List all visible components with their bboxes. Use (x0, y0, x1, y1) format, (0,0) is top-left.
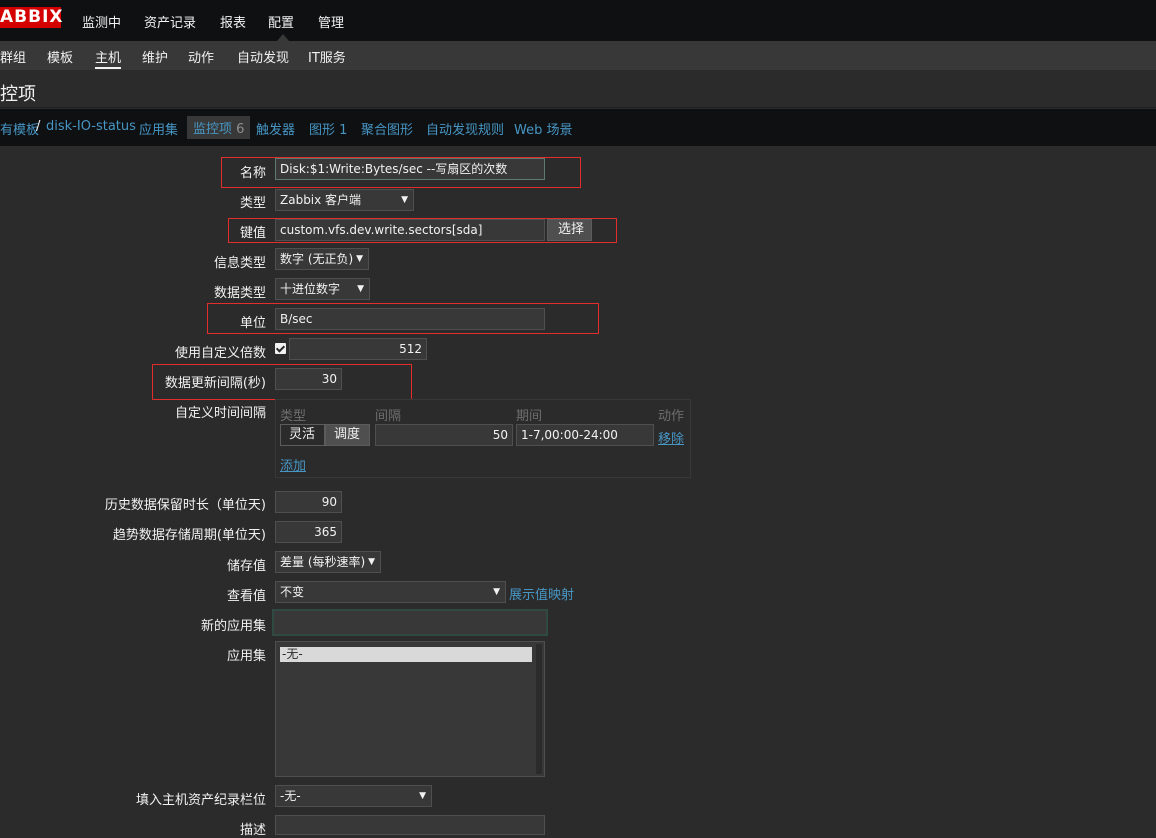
new-application-input[interactable] (272, 609, 548, 636)
tab-applications[interactable]: 应用集 (139, 119, 178, 138)
breadcrumb-all-templates[interactable]: 有模板 (0, 119, 39, 138)
show-value-select[interactable]: 不变 ▼ (275, 581, 506, 603)
data-type-select-value: 十进位数字 (280, 282, 341, 296)
show-value-select-value: 不变 (280, 585, 305, 599)
type-select-value: Zabbix 客户端 (280, 193, 362, 207)
chevron-down-icon: ▼ (493, 587, 500, 597)
ci-add-link[interactable]: 添加 (280, 455, 306, 474)
tab-screens[interactable]: 聚合图形 (361, 119, 413, 138)
key-select-button[interactable]: 选择 (547, 219, 592, 241)
inventory-select-value: -无- (280, 789, 301, 803)
custom-intervals-panel: 类型 间隔 期间 动作 灵活 调度 50 1-7,00:00-24:00 移除 … (275, 399, 691, 478)
interval-label: 数据更新间隔(秒) (164, 376, 266, 391)
item-form: 名称 Disk:$1:Write:Bytes/sec --写扇区的次数 类型 Z… (0, 146, 1156, 838)
sub-menu-bar: 群组 模板 主机 维护 动作 自动发现 IT服务 (0, 41, 1156, 70)
show-value-label: 查看值 (226, 589, 266, 604)
subnav-host-groups[interactable]: 群组 (0, 47, 26, 66)
subnav-maintenance[interactable]: 维护 (142, 47, 168, 66)
chevron-down-icon: ▼ (357, 284, 364, 294)
info-type-label: 信息类型 (213, 256, 266, 271)
breadcrumb-template[interactable]: disk-IO-status (46, 119, 136, 134)
data-type-label: 数据类型 (213, 286, 266, 301)
trends-input[interactable]: 365 (275, 521, 342, 543)
info-type-select-value: 数字 (无正负) (280, 252, 354, 266)
nav-inventory[interactable]: 资产记录 (144, 12, 196, 31)
description-textarea[interactable] (275, 815, 545, 835)
chevron-down-icon: ▼ (368, 557, 375, 567)
multiplier-checkbox[interactable] (275, 343, 286, 354)
multiplier-label: 使用自定义倍数 (174, 346, 266, 361)
breadcrumb-separator: / (36, 119, 41, 134)
active-nav-indicator (277, 34, 289, 41)
new-application-label: 新的应用集 (200, 619, 266, 634)
ci-interval-input[interactable]: 50 (375, 424, 513, 446)
tab-web-scenarios[interactable]: Web 场景 (514, 119, 572, 138)
template-tabs: 有模板 / disk-IO-status 应用集 监控项 6 触发器 图形 1 … (0, 109, 1156, 146)
applications-label: 应用集 (226, 649, 266, 664)
info-type-select[interactable]: 数字 (无正负) ▼ (275, 248, 369, 270)
data-type-select[interactable]: 十进位数字 ▼ (275, 278, 370, 300)
inventory-label: 填入主机资产纪录栏位 (135, 793, 266, 808)
interval-input[interactable]: 30 (275, 368, 342, 390)
listbox-scrollbar[interactable] (536, 644, 542, 774)
tab-graphs-count: 1 (339, 123, 348, 138)
ci-remove-link[interactable]: 移除 (658, 428, 684, 447)
subnav-templates[interactable]: 模板 (47, 47, 73, 66)
ci-header-type: 类型 (280, 409, 307, 424)
multiplier-input[interactable]: 512 (289, 338, 427, 360)
tab-items[interactable]: 监控项 6 (187, 116, 251, 139)
name-label: 名称 (239, 166, 266, 181)
tab-triggers[interactable]: 触发器 (256, 119, 295, 138)
applications-listbox[interactable]: -无- (275, 641, 545, 777)
top-menu-bar: ABBIX 监测中 资产记录 报表 配置 管理 (0, 0, 1156, 41)
key-label: 键值 (239, 226, 266, 241)
nav-reports[interactable]: 报表 (220, 12, 246, 31)
key-input[interactable]: custom.vfs.dev.write.sectors[sda] (275, 219, 545, 241)
nav-administration[interactable]: 管理 (318, 12, 344, 31)
applications-option-none[interactable]: -无- (280, 647, 532, 662)
subnav-actions[interactable]: 动作 (188, 47, 214, 66)
chevron-down-icon: ▼ (356, 254, 363, 264)
inventory-select[interactable]: -无- ▼ (275, 785, 432, 807)
tab-items-count: 6 (236, 122, 245, 137)
history-input[interactable]: 90 (275, 491, 342, 513)
nav-monitoring[interactable]: 监测中 (82, 12, 121, 31)
subnav-it-services[interactable]: IT服务 (308, 47, 346, 66)
chevron-down-icon: ▼ (419, 791, 426, 801)
name-input[interactable]: Disk:$1:Write:Bytes/sec --写扇区的次数 (275, 158, 545, 180)
value-mapping-link[interactable]: 展示值映射 (509, 584, 574, 603)
nav-configuration[interactable]: 配置 (268, 12, 294, 31)
type-label: 类型 (239, 196, 266, 211)
ci-header-action: 动作 (658, 409, 685, 424)
tab-items-label: 监控项 (193, 122, 233, 137)
subnav-hosts[interactable]: 主机 (95, 47, 122, 69)
custom-intervals-label: 自定义时间间隔 (174, 406, 266, 421)
tab-graphs-label: 图形 (309, 123, 336, 138)
ci-scheduling-button[interactable]: 调度 (325, 424, 370, 446)
store-value-select-value: 差量 (每秒速率) (280, 555, 366, 569)
ci-flexible-button[interactable]: 灵活 (280, 424, 325, 446)
zabbix-logo[interactable]: ABBIX (0, 7, 63, 28)
page-header: 控项 (0, 70, 1156, 108)
store-value-label: 储存值 (226, 559, 266, 574)
store-value-select[interactable]: 差量 (每秒速率) ▼ (275, 551, 381, 573)
ci-period-input[interactable]: 1-7,00:00-24:00 (516, 424, 654, 446)
description-label: 描述 (239, 823, 266, 838)
tab-discovery-rules[interactable]: 自动发现规则 (426, 119, 504, 138)
trends-label: 趋势数据存储周期(单位天) (112, 528, 266, 543)
units-input[interactable]: B/sec (275, 308, 545, 330)
history-label: 历史数据保留时长（单位天) (104, 498, 266, 513)
tab-graphs[interactable]: 图形 1 (309, 119, 347, 138)
chevron-down-icon: ▼ (401, 195, 408, 205)
ci-header-interval: 间隔 (375, 409, 402, 424)
units-label: 单位 (239, 316, 266, 331)
page-title: 控项 (0, 84, 36, 105)
subnav-discovery[interactable]: 自动发现 (237, 47, 289, 66)
type-select[interactable]: Zabbix 客户端 ▼ (275, 189, 414, 211)
ci-header-period: 期间 (516, 409, 543, 424)
